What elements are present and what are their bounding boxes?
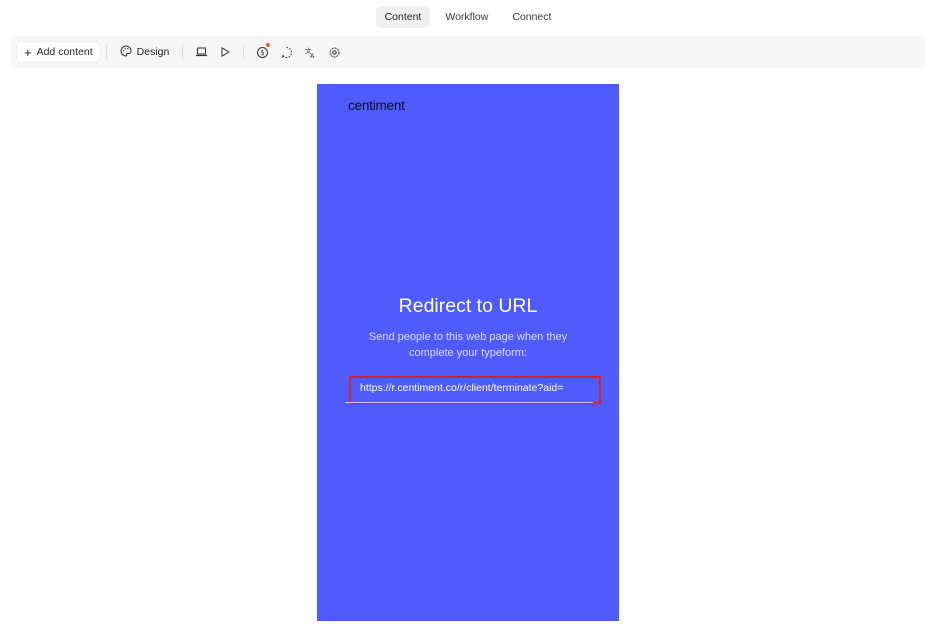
toolbar-divider: [182, 45, 184, 59]
screen-heading: Redirect to URL: [398, 295, 538, 317]
svg-text:A: A: [310, 52, 315, 59]
svg-text:$: $: [260, 49, 264, 57]
design-label: Design: [136, 46, 170, 58]
form-preview-screen: centiment Redirect to URL Send people to…: [317, 84, 619, 621]
toolbar-divider: [105, 45, 107, 59]
tab-workflow[interactable]: Workflow: [436, 6, 497, 28]
url-underline: [345, 402, 593, 403]
redirect-url-value[interactable]: https://r.centiment.co/r/client/terminat…: [360, 382, 563, 394]
translate-icon[interactable]: 文 A: [298, 41, 322, 63]
play-icon[interactable]: [213, 41, 237, 63]
tab-connect[interactable]: Connect: [503, 6, 560, 28]
notification-dot: [266, 43, 271, 47]
editor-toolbar: + Add content Design $ 文 A: [11, 36, 925, 68]
add-content-label: Add content: [36, 46, 93, 58]
laptop-icon[interactable]: [189, 41, 213, 63]
toolbar-divider: [243, 45, 245, 59]
logic-icon[interactable]: [274, 41, 298, 63]
design-button[interactable]: Design: [113, 42, 177, 62]
settings-icon[interactable]: [322, 41, 346, 63]
add-content-button[interactable]: + Add content: [17, 42, 100, 62]
brand-logo: centiment: [348, 98, 405, 113]
redirect-url-field[interactable]: https://r.centiment.co/r/client/terminat…: [349, 376, 601, 404]
currency-icon[interactable]: $: [250, 41, 274, 63]
top-tab-bar: Content Workflow Connect: [0, 6, 936, 28]
palette-icon: [120, 44, 132, 60]
screen-description: Send people to this web page when they c…: [368, 331, 568, 359]
plus-icon: +: [24, 44, 32, 60]
tab-content[interactable]: Content: [375, 6, 431, 28]
